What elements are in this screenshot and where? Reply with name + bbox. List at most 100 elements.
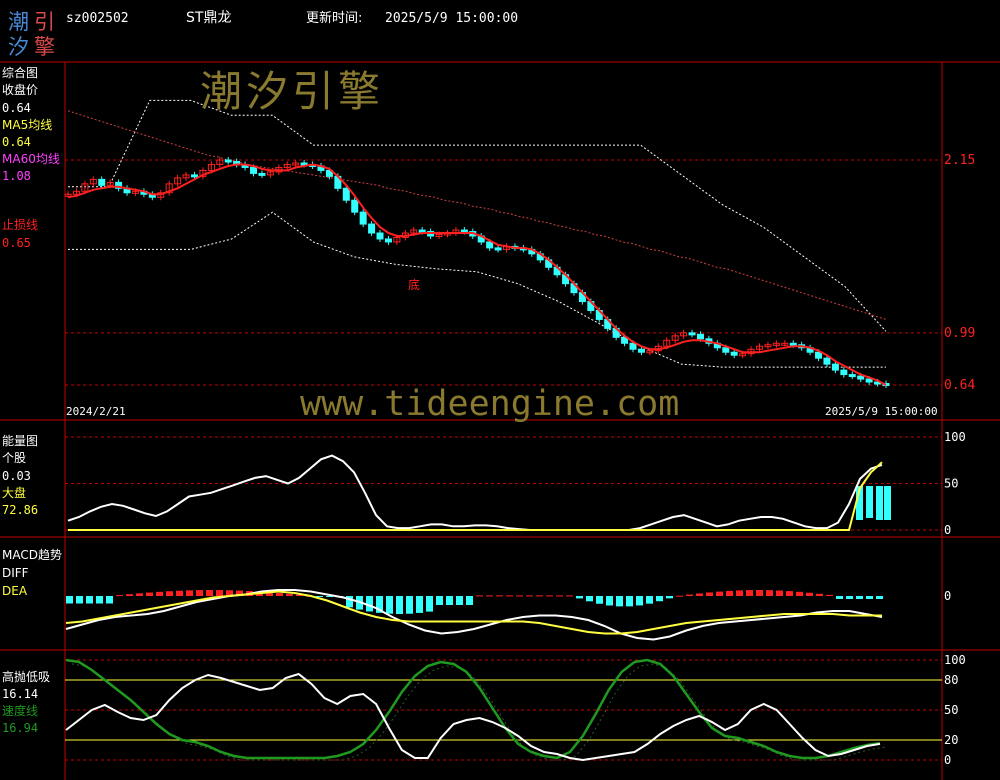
main-ytick-label: 0.99 — [944, 326, 975, 341]
energy-ytick-label: 50 — [944, 477, 958, 491]
macd-bar — [856, 596, 863, 599]
energy-bar — [876, 486, 883, 520]
macd-bar — [616, 596, 623, 607]
ma5-line — [67, 163, 887, 386]
main-title: 综合图 — [2, 66, 39, 80]
macd-bar — [86, 596, 93, 604]
macd-bar — [416, 596, 423, 613]
macd-ytick-label: 0 — [944, 589, 951, 603]
macd-bar — [146, 592, 153, 596]
macd-bar — [796, 591, 803, 596]
macd-bar — [446, 596, 453, 605]
macd-bar — [276, 593, 283, 596]
macd-bar — [536, 595, 543, 597]
macd-bar — [776, 590, 783, 596]
candle-body — [696, 333, 704, 340]
macd-bar — [216, 590, 223, 596]
macd-bar — [96, 596, 103, 604]
candle-body — [384, 238, 392, 243]
watermark-url: www.tideengine.com — [300, 384, 680, 424]
macd-bar — [706, 592, 713, 596]
macd-bar — [566, 595, 573, 597]
macd-bar — [606, 596, 613, 606]
macd-bar — [126, 594, 133, 596]
macd-bar — [116, 595, 123, 597]
macd-bar — [766, 590, 773, 596]
macd-bar — [506, 595, 513, 597]
candle-body — [460, 229, 468, 233]
highlow-title: 高抛低吸 — [2, 670, 51, 684]
macd-bar — [166, 591, 173, 596]
highlow-line — [65, 672, 881, 762]
ma5-label: MA5均线 — [2, 118, 53, 132]
candle-body — [789, 342, 797, 346]
main-ytick-label: 2.15 — [944, 153, 975, 168]
candle-body — [351, 199, 359, 213]
bottom-marker: 底 — [408, 278, 421, 292]
macd-bar — [726, 590, 733, 596]
candle-body — [815, 351, 823, 359]
candle-body — [368, 223, 376, 234]
macd-bar — [466, 596, 473, 605]
close-value: 0.64 — [2, 101, 31, 115]
macd-bar — [866, 596, 873, 599]
energy-ytick-label: 100 — [944, 430, 966, 444]
highlow-value: 16.14 — [2, 687, 39, 701]
candle-body — [224, 159, 232, 163]
macd-bar — [526, 595, 533, 597]
macd-bar — [406, 596, 413, 614]
candle-body — [376, 232, 384, 240]
macd-bar — [396, 596, 403, 614]
macd-bar — [626, 596, 633, 607]
highlow-ytick-label: 0 — [944, 753, 951, 767]
macd-bar — [876, 596, 883, 599]
macd-bar — [836, 596, 843, 599]
candle-body — [98, 178, 106, 186]
stock-label: 个股 — [2, 451, 27, 465]
candle-body — [629, 342, 637, 350]
macd-bar — [176, 590, 183, 596]
highlow-ytick-label: 80 — [944, 673, 958, 687]
highlow-ytick-label: 100 — [944, 653, 966, 667]
candle-body — [486, 241, 494, 249]
candle-body — [730, 351, 738, 356]
candle-body — [637, 348, 645, 353]
macd-bar — [716, 591, 723, 596]
speed-value: 16.94 — [2, 721, 39, 735]
watermark-brand: 潮汐引擎 — [200, 67, 385, 116]
speed-label: 速度线 — [2, 704, 39, 718]
energy-bar — [884, 486, 891, 520]
macd-bar — [556, 595, 563, 597]
macd-bar — [786, 591, 793, 596]
macd-bar — [826, 594, 833, 596]
start-date: 2024/2/21 — [66, 405, 126, 418]
candle-body — [688, 332, 696, 336]
ma60-value: 1.08 — [2, 169, 31, 183]
candle-body — [848, 374, 856, 378]
macd-bar — [646, 596, 653, 604]
main-ytick-label: 0.64 — [944, 378, 975, 393]
macd-bar — [846, 596, 853, 599]
macd-bar — [386, 596, 393, 614]
candle-body — [857, 375, 865, 380]
stock-value: 0.03 — [2, 469, 31, 483]
highlow-ytick-label: 50 — [944, 703, 958, 717]
candle-body — [823, 357, 831, 365]
dea-label: DEA — [2, 584, 28, 598]
macd-bar — [636, 596, 643, 606]
macd-bar — [516, 595, 523, 597]
highlow-ytick-label: 20 — [944, 733, 958, 747]
candle-body — [250, 166, 258, 174]
macd-bar — [576, 596, 583, 599]
upper-band-line — [68, 99, 887, 332]
candle-body — [831, 363, 839, 371]
dea-line — [65, 590, 882, 635]
macd-bar — [76, 596, 83, 604]
candle-body — [359, 211, 367, 225]
macd-bar — [656, 596, 663, 602]
macd-title: MACD趋势 — [2, 548, 62, 562]
macd-bar — [156, 591, 163, 596]
speed-line — [65, 658, 881, 760]
macd-bar — [756, 590, 763, 596]
market-value: 72.86 — [2, 503, 39, 517]
